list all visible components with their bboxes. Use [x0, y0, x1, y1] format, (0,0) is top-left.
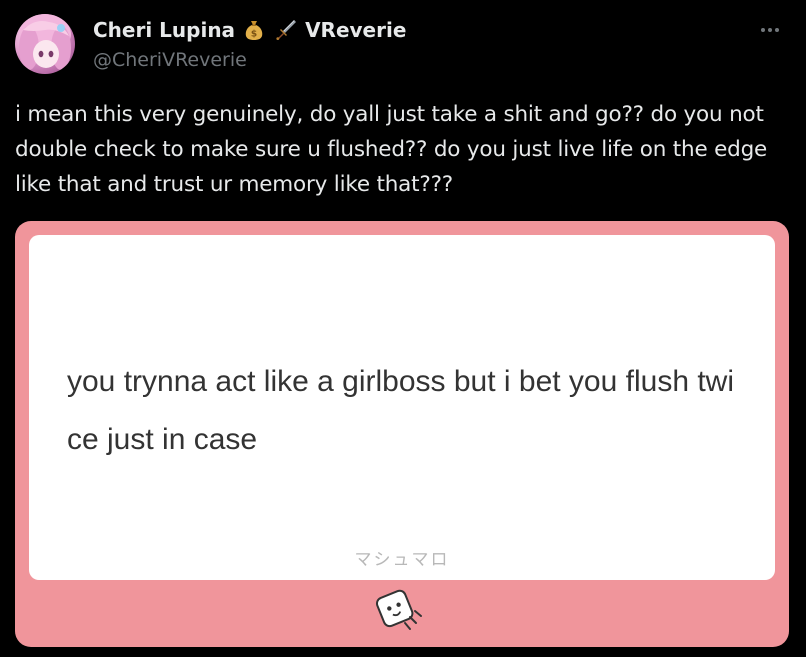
author-suffix: VReverie: [305, 18, 407, 42]
more-button[interactable]: [756, 16, 784, 44]
brand-label: マシュマロ: [354, 550, 450, 570]
dagger-icon: [273, 17, 299, 43]
money-bag-icon: $: [241, 17, 267, 43]
question-text: you trynna act like a girlboss but i bet…: [67, 365, 735, 456]
tweet: Cheri Lupina $ VReverie @CheriVReverie i…: [0, 0, 806, 657]
marshmallow-mascot-icon: [375, 589, 422, 630]
avatar[interactable]: [15, 14, 75, 74]
question-card: you trynna act like a girlboss but i bet…: [29, 235, 775, 580]
author-line[interactable]: Cheri Lupina $ VReverie: [93, 17, 406, 43]
more-dots-icon: [761, 28, 779, 32]
author-name[interactable]: Cheri Lupina: [93, 18, 235, 42]
tweet-text: i mean this very genuinely, do yall just…: [15, 102, 768, 197]
media-attachment[interactable]: you trynna act like a girlboss but i bet…: [15, 221, 789, 647]
svg-text:$: $: [251, 30, 257, 40]
author-handle[interactable]: @CheriVReverie: [93, 49, 247, 71]
